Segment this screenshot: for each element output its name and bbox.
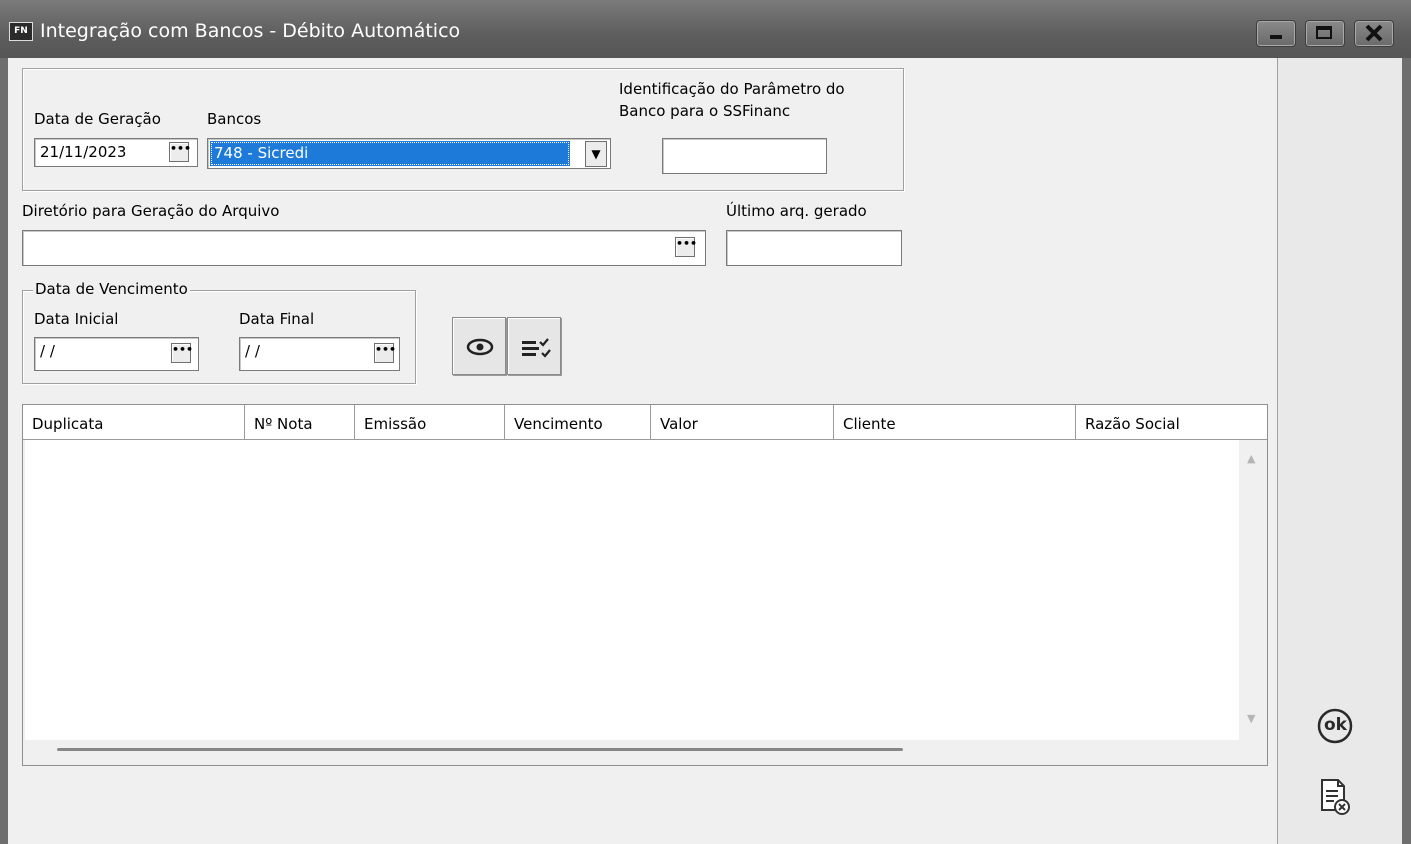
- column-header-cliente[interactable]: Cliente: [834, 405, 1076, 439]
- start-date-label: Data Inicial: [34, 310, 119, 328]
- cancel-document-icon: [1321, 779, 1350, 815]
- window-frame-left: [0, 58, 8, 844]
- param-label-line2: Banco para o SSFinanc: [619, 102, 791, 120]
- app-icon: FN: [9, 22, 33, 41]
- banks-selected-value: 748 - Sicredi: [210, 141, 570, 166]
- ellipsis-icon: •••: [172, 343, 194, 356]
- directory-label: Diretório para Geração do Arquivo: [22, 202, 280, 220]
- ellipsis-icon: •••: [375, 343, 397, 356]
- ok-button[interactable]: ok: [1315, 706, 1355, 746]
- column-header-emissao[interactable]: Emissão: [355, 405, 505, 439]
- last-file-label: Último arq. gerado: [726, 202, 867, 220]
- param-label-line1: Identificação do Parâmetro do: [619, 80, 845, 98]
- banks-label: Bancos: [207, 110, 262, 128]
- scroll-down-icon[interactable]: ▼: [1247, 712, 1255, 725]
- maximize-icon: [1316, 26, 1332, 39]
- end-date-label: Data Final: [239, 310, 315, 328]
- ellipsis-icon: •••: [170, 142, 192, 155]
- column-header-nota[interactable]: Nº Nota: [245, 405, 355, 439]
- eye-icon: [466, 338, 494, 356]
- window-frame-right: [1401, 58, 1411, 844]
- checklist-icon: [522, 338, 551, 358]
- close-icon: [1365, 24, 1383, 42]
- close-button[interactable]: [1354, 20, 1394, 47]
- banks-select[interactable]: 748 - Sicredi: [207, 138, 611, 169]
- column-header-razao-social[interactable]: Razão Social: [1076, 405, 1267, 439]
- vertical-scrollbar[interactable]: ▲ ▼: [1239, 440, 1265, 740]
- grid-body[interactable]: [25, 440, 1239, 740]
- minimize-icon: [1270, 35, 1282, 39]
- generation-date-picker-button[interactable]: •••: [169, 142, 192, 162]
- ok-label: ok: [1324, 715, 1347, 735]
- start-date-value: / /: [40, 342, 55, 360]
- directory-browse-button[interactable]: •••: [675, 237, 698, 257]
- chevron-down-icon: ▼: [591, 147, 601, 161]
- column-header-vencimento[interactable]: Vencimento: [505, 405, 651, 439]
- grid-header: Duplicata Nº Nota Emissão Vencimento Val…: [23, 405, 1267, 440]
- end-date-picker-button[interactable]: •••: [374, 343, 397, 363]
- start-date-picker-button[interactable]: •••: [171, 343, 194, 363]
- view-button[interactable]: [452, 317, 506, 375]
- window-title: Integração com Bancos - Débito Automátic…: [40, 20, 461, 42]
- last-file-input[interactable]: [726, 230, 902, 266]
- minimize-button[interactable]: [1256, 20, 1296, 47]
- select-records-button[interactable]: [507, 317, 561, 375]
- generation-date-label: Data de Geração: [34, 110, 161, 128]
- ellipsis-icon: •••: [676, 237, 698, 250]
- bank-param-input[interactable]: [662, 138, 827, 174]
- column-header-valor[interactable]: Valor: [651, 405, 834, 439]
- cancel-button[interactable]: [1314, 776, 1354, 820]
- banks-dropdown-button[interactable]: ▼: [585, 141, 607, 167]
- maximize-button[interactable]: [1305, 20, 1345, 47]
- generation-date-value: 21/11/2023: [40, 143, 127, 161]
- directory-input[interactable]: [22, 230, 706, 266]
- due-date-group-label: Data de Vencimento: [33, 280, 190, 298]
- end-date-value: / /: [245, 342, 260, 360]
- duplicates-grid[interactable]: Duplicata Nº Nota Emissão Vencimento Val…: [22, 404, 1268, 766]
- scroll-up-icon[interactable]: ▲: [1247, 452, 1255, 465]
- horizontal-scrollbar[interactable]: [57, 748, 903, 751]
- column-header-duplicata[interactable]: Duplicata: [23, 405, 245, 439]
